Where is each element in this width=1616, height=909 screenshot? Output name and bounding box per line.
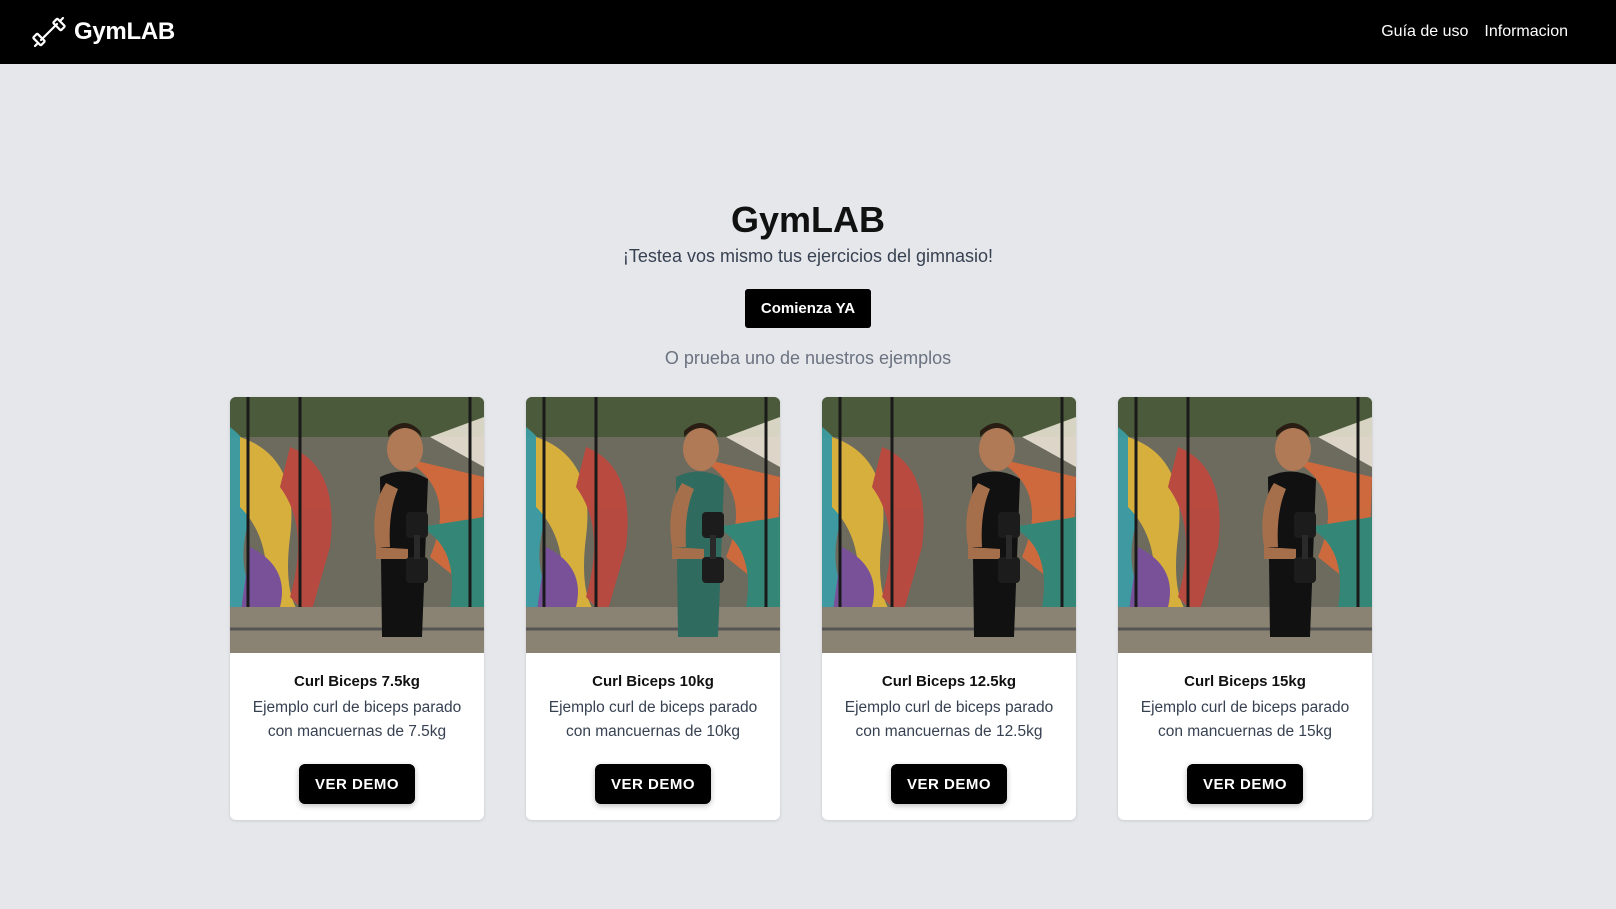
exercise-photo: [822, 397, 1076, 653]
exercise-photo: [1118, 397, 1372, 653]
hero-section: GymLAB ¡Testea vos mismo tus ejercicios …: [0, 200, 1616, 369]
hero-subtitle: ¡Testea vos mismo tus ejercicios del gim…: [622, 245, 994, 266]
page-title: GymLAB: [730, 199, 886, 240]
example-card: Curl Biceps 7.5kg Ejemplo curl de biceps…: [230, 397, 484, 820]
view-demo-button[interactable]: VER DEMO: [890, 764, 1007, 804]
card-title: Curl Biceps 12.5kg: [881, 673, 1017, 690]
card-title: Curl Biceps 7.5kg: [294, 673, 420, 690]
view-demo-button[interactable]: VER DEMO: [594, 764, 711, 804]
example-card: Curl Biceps 15kg Ejemplo curl de biceps …: [1118, 397, 1372, 820]
example-cards: Curl Biceps 7.5kg Ejemplo curl de biceps…: [230, 397, 1372, 820]
example-card: Curl Biceps 12.5kg Ejemplo curl de bicep…: [822, 397, 1076, 820]
card-description: Ejemplo curl de biceps parado con mancue…: [548, 699, 758, 740]
examples-label: O prueba uno de nuestros ejemplos: [664, 347, 952, 368]
view-demo-button[interactable]: VER DEMO: [298, 764, 415, 804]
exercise-photo: [526, 397, 780, 653]
dumbbell-icon: [32, 16, 66, 48]
card-description: Ejemplo curl de biceps parado con mancue…: [1140, 699, 1350, 740]
card-title: Curl Biceps 15kg: [1184, 673, 1306, 690]
card-description: Ejemplo curl de biceps parado con mancue…: [844, 699, 1054, 740]
card-description: Ejemplo curl de biceps parado con mancue…: [252, 699, 462, 740]
brand-logo[interactable]: GymLAB: [32, 15, 175, 49]
card-title: Curl Biceps 10kg: [592, 673, 714, 690]
example-card: Curl Biceps 10kg Ejemplo curl de biceps …: [526, 397, 780, 820]
brand-name: GymLAB: [74, 18, 175, 45]
top-navbar: GymLAB Guía de uso Informacion: [0, 0, 1616, 64]
start-now-button[interactable]: Comienza YA: [744, 288, 872, 328]
view-demo-button[interactable]: VER DEMO: [1186, 764, 1303, 804]
nav-link-guia[interactable]: Guía de uso: [1381, 23, 1468, 41]
exercise-photo: [230, 397, 484, 653]
nav-links: Guía de uso Informacion: [1381, 23, 1568, 41]
nav-link-informacion[interactable]: Informacion: [1484, 23, 1568, 41]
